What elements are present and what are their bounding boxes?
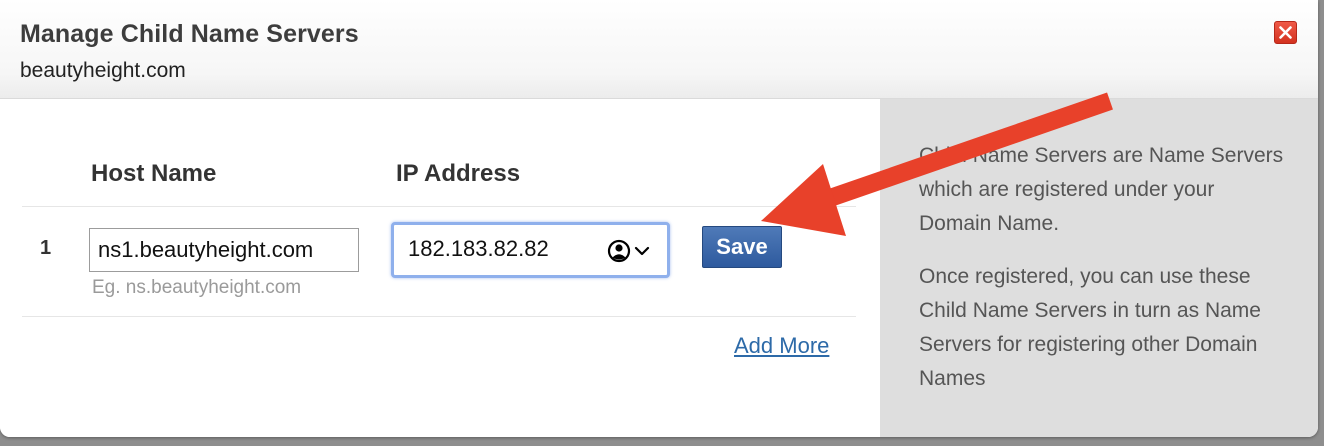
row-divider <box>22 316 856 317</box>
manage-child-name-servers-dialog: Manage Child Name Servers beautyheight.c… <box>0 0 1318 437</box>
add-more-link[interactable]: Add More <box>734 333 829 359</box>
close-icon <box>1279 26 1292 39</box>
row-divider <box>22 206 856 207</box>
info-paragraph: Child Name Servers are Name Servers whic… <box>919 144 1284 235</box>
contact-autofill-icon[interactable] <box>607 239 657 263</box>
save-button[interactable]: Save <box>702 226 782 268</box>
child-name-server-form: Host Name IP Address 1 Eg. ns.beautyheig… <box>0 99 880 437</box>
close-button[interactable] <box>1274 21 1297 44</box>
dialog-title: Manage Child Name Servers <box>20 20 359 48</box>
row-number: 1 <box>40 237 52 259</box>
host-name-header: Host Name <box>91 160 217 187</box>
domain-name: beautyheight.com <box>20 59 186 82</box>
info-paragraph: Once registered, you can use these Child… <box>919 265 1261 390</box>
dialog-header: Manage Child Name Servers beautyheight.c… <box>0 0 1318 99</box>
ip-address-header: IP Address <box>396 160 521 187</box>
host-name-input[interactable] <box>89 228 359 272</box>
host-name-hint: Eg. ns.beautyheight.com <box>92 277 302 298</box>
ip-address-input[interactable] <box>396 229 620 269</box>
info-panel: Child Name Servers are Name Servers whic… <box>880 99 1318 437</box>
ip-address-field[interactable] <box>391 222 670 278</box>
